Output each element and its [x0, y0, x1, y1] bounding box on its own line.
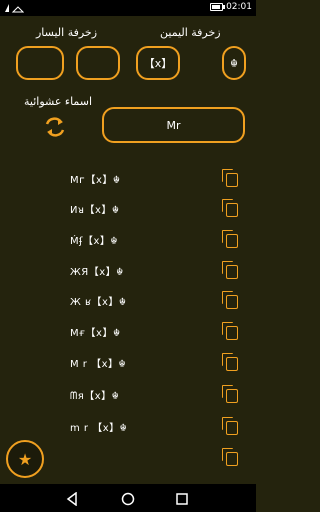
name-input-value: Mr — [166, 118, 181, 132]
copy-icon[interactable] — [222, 230, 238, 248]
list-item: m r 【x】☬ — [0, 412, 256, 442]
back-icon[interactable] — [66, 491, 78, 510]
left-decoration-box-1[interactable] — [16, 46, 64, 80]
list-item: ᗰя【x】☬ — [0, 380, 256, 410]
decorated-name: Иᴚ【x】☬ — [70, 205, 120, 216]
right-decoration-box-2[interactable]: 【x】 — [136, 46, 180, 80]
copy-icon[interactable] — [222, 291, 238, 309]
favorites-button[interactable]: ★ — [6, 440, 44, 478]
list-item: Mғ【x】☬ — [0, 317, 256, 347]
copy-icon[interactable] — [222, 448, 238, 466]
decorated-name: Ж ʁ【x】☬ — [70, 297, 127, 308]
list-item: Ж ʁ【x】☬ — [0, 286, 256, 316]
list-item: Mᴦ【x】☬ — [0, 164, 256, 194]
star-icon: ★ — [17, 449, 33, 469]
decorated-name: Mғ【x】☬ — [70, 328, 121, 339]
decorated-name: Ḿʄ【x】☬ — [70, 236, 119, 247]
name-input[interactable]: Mr — [102, 107, 245, 143]
right-decoration-value-2: 【x】 — [143, 57, 173, 70]
copy-icon[interactable] — [222, 261, 238, 279]
list-item: Иᴚ【x】☬ — [0, 194, 256, 224]
right-decoration-value-1: ☬ — [230, 56, 238, 70]
decorated-name: M r 【x】☬ — [70, 359, 127, 370]
decorated-name: m r 【x】☬ — [70, 423, 128, 434]
home-icon[interactable] — [121, 491, 135, 510]
battery-icon — [210, 3, 226, 11]
decorated-name: ᗰя【x】☬ — [70, 391, 120, 402]
status-left-icons — [4, 3, 25, 15]
right-decoration-label: زخرفة اليمين — [160, 26, 221, 39]
copy-icon[interactable] — [222, 385, 238, 403]
copy-icon[interactable] — [222, 353, 238, 371]
random-names-label: اسماء عشوائية — [24, 95, 93, 108]
decorated-name: Mᴦ【x】☬ — [70, 175, 121, 186]
status-bar: 02:01 — [0, 0, 256, 16]
right-decoration-box-1[interactable]: ☬ — [222, 46, 246, 80]
copy-icon[interactable] — [222, 417, 238, 435]
copy-icon[interactable] — [222, 169, 238, 187]
list-item: ЖЯ【x】☬ — [0, 256, 256, 286]
copy-icon[interactable] — [222, 199, 238, 217]
left-decoration-box-2[interactable] — [76, 46, 120, 80]
list-item: M r 【x】☬ — [0, 348, 256, 378]
shuffle-icon[interactable] — [44, 116, 66, 138]
list-item: Ḿʄ【x】☬ — [0, 225, 256, 255]
decorated-name: ЖЯ【x】☬ — [70, 267, 124, 278]
navigation-bar — [0, 484, 256, 512]
left-decoration-label: زخرفة اليسار — [36, 26, 98, 39]
status-time: 02:01 — [226, 2, 252, 12]
copy-icon[interactable] — [222, 322, 238, 340]
recent-apps-icon[interactable] — [176, 491, 188, 510]
